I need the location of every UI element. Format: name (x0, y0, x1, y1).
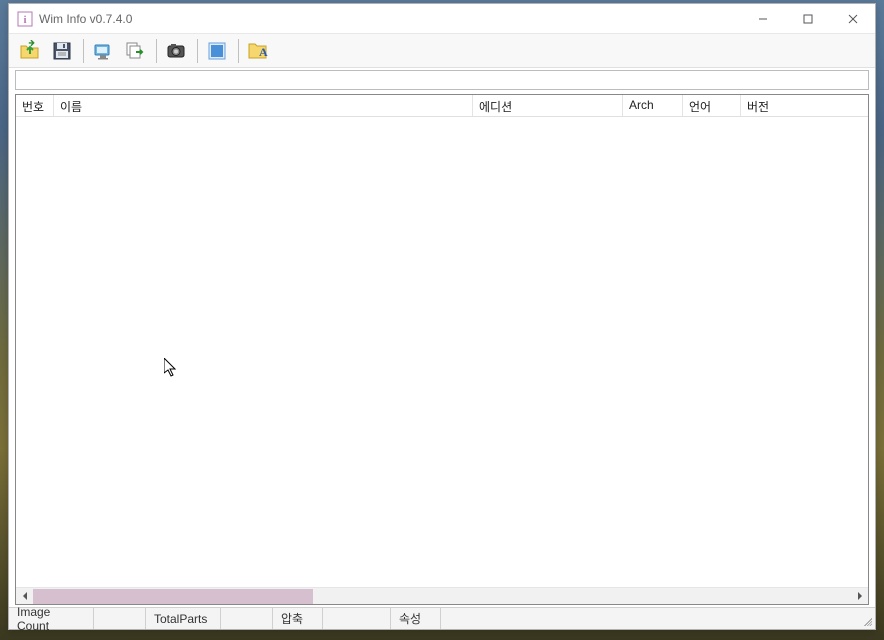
column-arch[interactable]: Arch (623, 95, 683, 116)
svg-text:A: A (259, 45, 268, 59)
status-compression-value (323, 608, 391, 629)
listview-body[interactable] (16, 117, 868, 587)
toolbar-separator (197, 39, 198, 63)
listview-header: 번호 이름 에디션 Arch 언어 버전 (16, 95, 868, 117)
toolbar-separator (83, 39, 84, 63)
column-number[interactable]: 번호 (16, 95, 54, 116)
resize-grip[interactable] (857, 611, 873, 627)
status-total-parts-value (221, 608, 273, 629)
column-language[interactable]: 언어 (683, 95, 741, 116)
capture-button[interactable] (161, 36, 191, 66)
main-window: i Wim Info v0.7.4.0 (8, 3, 876, 630)
status-attributes-label: 속성 (391, 608, 441, 629)
titlebar[interactable]: i Wim Info v0.7.4.0 (9, 4, 875, 34)
horizontal-scrollbar[interactable] (16, 587, 868, 604)
statusbar: Image Count TotalParts 압축 속성 (9, 607, 875, 629)
app-icon: i (17, 11, 33, 27)
svg-text:i: i (23, 14, 26, 26)
maximize-button[interactable] (785, 4, 830, 33)
status-total-parts-label: TotalParts (146, 608, 221, 629)
toolbar-separator (156, 39, 157, 63)
font-button[interactable]: A (243, 36, 273, 66)
scroll-thumb[interactable] (33, 589, 313, 604)
column-version[interactable]: 버전 (741, 95, 868, 116)
export-button[interactable] (120, 36, 150, 66)
save-button[interactable] (47, 36, 77, 66)
toolbar: A (9, 34, 875, 68)
mount-button[interactable] (88, 36, 118, 66)
open-file-button[interactable] (15, 36, 45, 66)
view-button[interactable] (202, 36, 232, 66)
scroll-right-button[interactable] (851, 588, 868, 605)
column-name[interactable]: 이름 (54, 95, 473, 116)
column-edition[interactable]: 에디션 (473, 95, 623, 116)
path-input[interactable] (15, 70, 869, 90)
scroll-track[interactable] (33, 588, 851, 605)
minimize-button[interactable] (740, 4, 785, 33)
scroll-left-button[interactable] (16, 588, 33, 605)
toolbar-separator (238, 39, 239, 63)
close-button[interactable] (830, 4, 875, 33)
status-image-count-value (94, 608, 146, 629)
image-listview: 번호 이름 에디션 Arch 언어 버전 (15, 94, 869, 605)
window-title: Wim Info v0.7.4.0 (39, 12, 740, 26)
status-image-count-label: Image Count (9, 608, 94, 629)
status-attributes-value (441, 608, 857, 629)
status-compression-label: 압축 (273, 608, 323, 629)
